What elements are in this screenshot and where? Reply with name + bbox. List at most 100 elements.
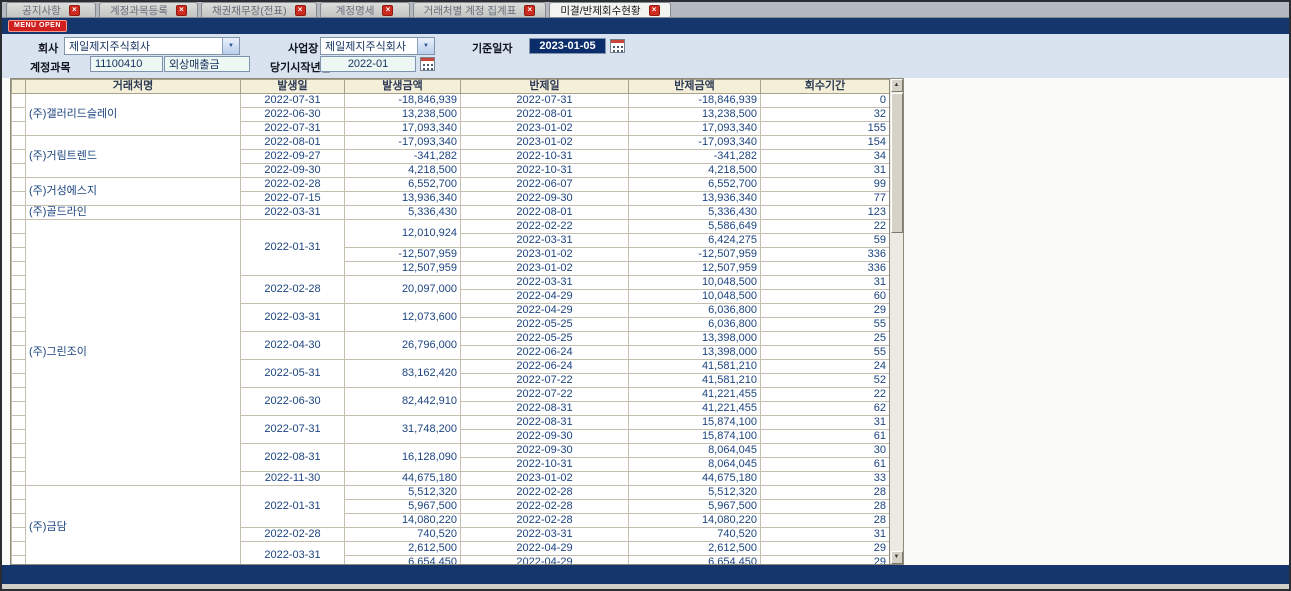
occurrence-amount-cell[interactable]: 31,748,200 bbox=[345, 416, 461, 444]
settlement-date-cell[interactable]: 2022-04-29 bbox=[461, 542, 629, 556]
row-selector[interactable] bbox=[12, 500, 26, 514]
settlement-date-cell[interactable]: 2022-08-31 bbox=[461, 416, 629, 430]
row-selector[interactable] bbox=[12, 556, 26, 566]
settlement-date-cell[interactable]: 2022-05-25 bbox=[461, 332, 629, 346]
occurrence-amount-cell[interactable]: 5,336,430 bbox=[345, 206, 461, 220]
settlement-date-cell[interactable]: 2022-02-22 bbox=[461, 220, 629, 234]
row-selector[interactable] bbox=[12, 318, 26, 332]
occurrence-date-cell[interactable]: 2022-05-31 bbox=[241, 360, 345, 388]
occurrence-date-cell[interactable]: 2022-06-30 bbox=[241, 388, 345, 416]
row-selector[interactable] bbox=[12, 262, 26, 276]
row-selector[interactable] bbox=[12, 402, 26, 416]
settlement-amount-cell[interactable]: 41,581,210 bbox=[629, 374, 761, 388]
tab-3[interactable]: 채권채무장(전표)× bbox=[201, 2, 317, 17]
occurrence-amount-cell[interactable]: 6,654,450 bbox=[345, 556, 461, 566]
settlement-date-cell[interactable]: 2022-08-01 bbox=[461, 108, 629, 122]
settlement-amount-cell[interactable]: 14,080,220 bbox=[629, 514, 761, 528]
occurrence-date-cell[interactable]: 2022-07-15 bbox=[241, 192, 345, 206]
occurrence-date-cell[interactable]: 2022-03-31 bbox=[241, 206, 345, 220]
start-month-input[interactable]: 2022-01 bbox=[320, 56, 416, 72]
occurrence-amount-cell[interactable]: -12,507,959 bbox=[345, 248, 461, 262]
occurrence-amount-cell[interactable]: -17,093,340 bbox=[345, 136, 461, 150]
collection-days-cell[interactable]: 25 bbox=[761, 332, 890, 346]
settlement-amount-cell[interactable]: 10,048,500 bbox=[629, 276, 761, 290]
customer-name-cell[interactable]: (주)골드라인 bbox=[26, 206, 241, 220]
settlement-date-cell[interactable]: 2022-02-28 bbox=[461, 514, 629, 528]
collection-days-cell[interactable]: 28 bbox=[761, 500, 890, 514]
settlement-amount-cell[interactable]: 13,398,000 bbox=[629, 346, 761, 360]
row-selector[interactable] bbox=[12, 276, 26, 290]
occurrence-amount-cell[interactable]: -18,846,939 bbox=[345, 94, 461, 108]
collection-days-cell[interactable]: 99 bbox=[761, 178, 890, 192]
collection-days-cell[interactable]: 154 bbox=[761, 136, 890, 150]
row-selector[interactable] bbox=[12, 528, 26, 542]
tab-close-icon[interactable]: × bbox=[649, 5, 660, 16]
occurrence-date-cell[interactable]: 2022-09-30 bbox=[241, 164, 345, 178]
row-selector[interactable] bbox=[12, 108, 26, 122]
row-selector[interactable] bbox=[12, 290, 26, 304]
row-selector[interactable] bbox=[12, 458, 26, 472]
collection-days-cell[interactable]: 22 bbox=[761, 388, 890, 402]
tab-close-icon[interactable]: × bbox=[382, 5, 393, 16]
row-selector[interactable] bbox=[12, 514, 26, 528]
occurrence-amount-cell[interactable]: 12,010,924 bbox=[345, 220, 461, 248]
settlement-amount-cell[interactable]: 5,512,320 bbox=[629, 486, 761, 500]
collection-days-cell[interactable]: 29 bbox=[761, 542, 890, 556]
collection-days-cell[interactable]: 77 bbox=[761, 192, 890, 206]
settlement-date-cell[interactable]: 2022-10-31 bbox=[461, 150, 629, 164]
tab-1[interactable]: 공지사항× bbox=[6, 2, 96, 17]
occurrence-date-cell[interactable]: 2022-06-30 bbox=[241, 108, 345, 122]
settlement-date-cell[interactable]: 2022-09-30 bbox=[461, 444, 629, 458]
settlement-date-cell[interactable]: 2022-04-29 bbox=[461, 556, 629, 566]
settlement-amount-cell[interactable]: 41,221,455 bbox=[629, 402, 761, 416]
collection-days-cell[interactable]: 336 bbox=[761, 262, 890, 276]
row-selector[interactable] bbox=[12, 248, 26, 262]
settlement-amount-cell[interactable]: 4,218,500 bbox=[629, 164, 761, 178]
settlement-amount-cell[interactable]: 41,221,455 bbox=[629, 388, 761, 402]
row-selector[interactable] bbox=[12, 206, 26, 220]
settlement-date-cell[interactable]: 2022-09-30 bbox=[461, 192, 629, 206]
settlement-date-cell[interactable]: 2022-03-31 bbox=[461, 528, 629, 542]
settlement-date-cell[interactable]: 2022-07-22 bbox=[461, 374, 629, 388]
occurrence-amount-cell[interactable]: 13,238,500 bbox=[345, 108, 461, 122]
occurrence-amount-cell[interactable]: 26,796,000 bbox=[345, 332, 461, 360]
collection-days-cell[interactable]: 55 bbox=[761, 346, 890, 360]
occurrence-amount-cell[interactable]: 4,218,500 bbox=[345, 164, 461, 178]
settlement-amount-cell[interactable]: 5,586,649 bbox=[629, 220, 761, 234]
calendar-icon[interactable] bbox=[610, 39, 625, 53]
row-selector[interactable] bbox=[12, 430, 26, 444]
calendar-icon[interactable] bbox=[420, 57, 435, 71]
collection-days-cell[interactable]: 32 bbox=[761, 108, 890, 122]
occurrence-amount-cell[interactable]: 6,552,700 bbox=[345, 178, 461, 192]
occurrence-date-cell[interactable]: 2022-08-31 bbox=[241, 444, 345, 472]
occurrence-amount-cell[interactable]: 740,520 bbox=[345, 528, 461, 542]
occurrence-amount-cell[interactable]: 44,675,180 bbox=[345, 472, 461, 486]
occurrence-amount-cell[interactable]: 82,442,910 bbox=[345, 388, 461, 416]
collection-days-cell[interactable]: 336 bbox=[761, 248, 890, 262]
vertical-scrollbar[interactable]: ▲ ▼ bbox=[890, 78, 904, 565]
settlement-amount-cell[interactable]: 6,036,800 bbox=[629, 304, 761, 318]
settlement-amount-cell[interactable]: 6,552,700 bbox=[629, 178, 761, 192]
settlement-date-cell[interactable]: 2022-03-31 bbox=[461, 276, 629, 290]
occurrence-amount-cell[interactable]: 5,512,320 bbox=[345, 486, 461, 500]
settlement-date-cell[interactable]: 2022-08-01 bbox=[461, 206, 629, 220]
customer-name-cell[interactable]: (주)그린조이 bbox=[26, 220, 241, 486]
row-selector[interactable] bbox=[12, 304, 26, 318]
row-selector[interactable] bbox=[12, 360, 26, 374]
collection-days-cell[interactable]: 31 bbox=[761, 164, 890, 178]
settlement-date-cell[interactable]: 2023-01-02 bbox=[461, 122, 629, 136]
settlement-date-cell[interactable]: 2022-10-31 bbox=[461, 458, 629, 472]
occurrence-date-cell[interactable]: 2022-08-01 bbox=[241, 136, 345, 150]
collection-days-cell[interactable]: 31 bbox=[761, 276, 890, 290]
row-selector[interactable] bbox=[12, 136, 26, 150]
settlement-date-cell[interactable]: 2022-06-07 bbox=[461, 178, 629, 192]
collection-days-cell[interactable]: 31 bbox=[761, 528, 890, 542]
collection-days-cell[interactable]: 55 bbox=[761, 318, 890, 332]
chevron-down-icon[interactable]: ▼ bbox=[417, 38, 434, 54]
row-selector[interactable] bbox=[12, 444, 26, 458]
settlement-amount-cell[interactable]: 5,967,500 bbox=[629, 500, 761, 514]
tab-2[interactable]: 계정과목등록× bbox=[99, 2, 198, 17]
occurrence-date-cell[interactable]: 2022-03-31 bbox=[241, 304, 345, 332]
settlement-amount-cell[interactable]: 15,874,100 bbox=[629, 416, 761, 430]
collection-days-cell[interactable]: 0 bbox=[761, 94, 890, 108]
